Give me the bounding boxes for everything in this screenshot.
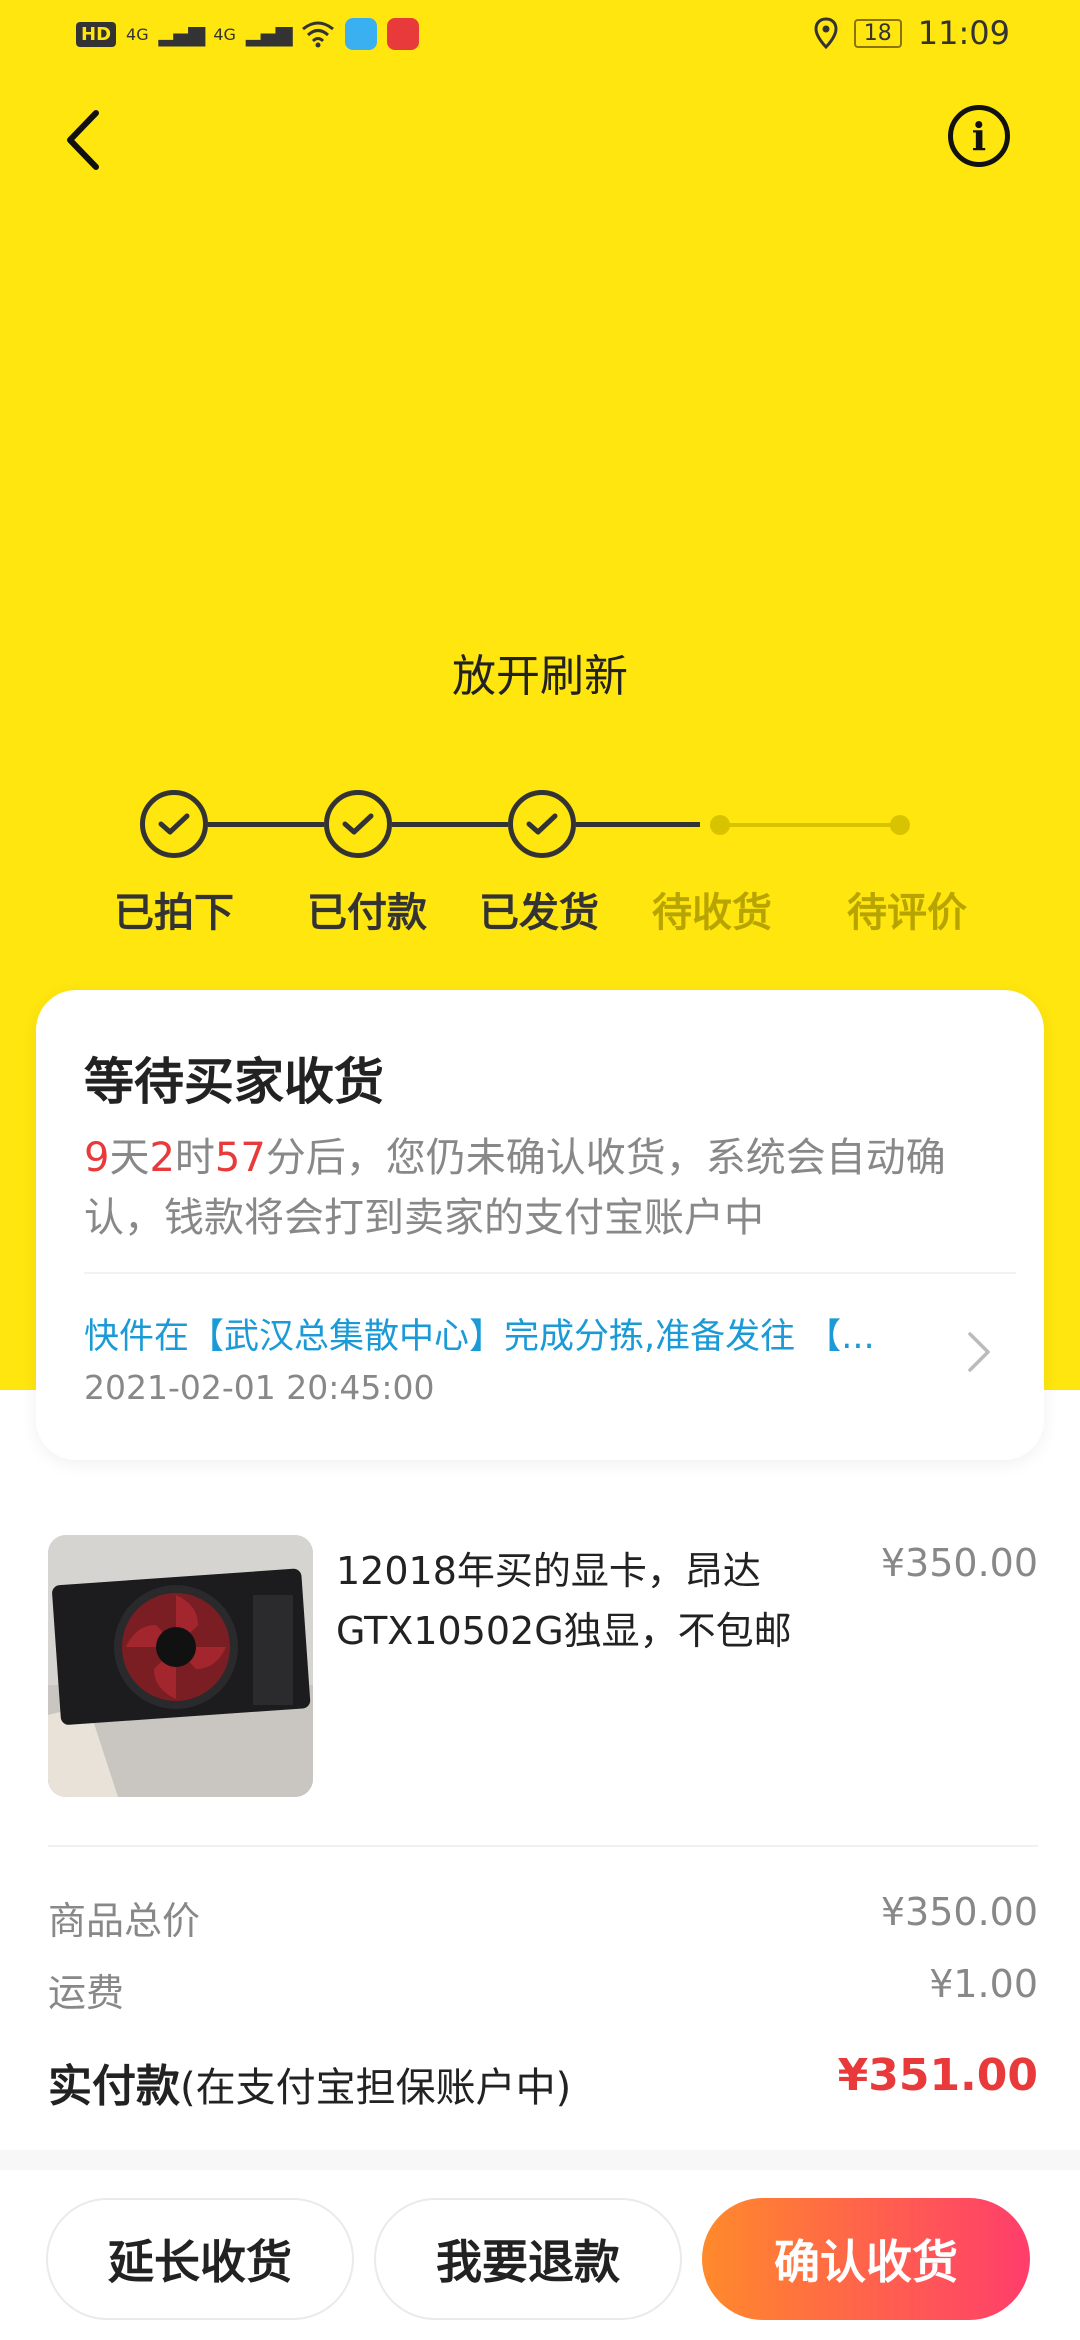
watermark: @图拉 — [998, 2309, 1070, 2337]
info-icon: i — [971, 113, 987, 159]
check-icon — [158, 813, 190, 835]
countdown-unit-hours: 时 — [174, 1135, 215, 1181]
product-item[interactable]: 12018年买的显卡，昂达GTX10502G独显，不包邮 ¥350.00 — [48, 1535, 1038, 1800]
step-check-2 — [324, 790, 392, 858]
order-progress: 已拍下 已付款 已发货 待收货 待评价 — [0, 780, 1080, 940]
step-dot-4 — [710, 815, 730, 835]
back-button[interactable] — [62, 105, 122, 175]
auto-confirm-notice: 9天2时57分后，您仍未确认收货，系统会自动确认，钱款将会打到卖家的支付宝账户中 — [84, 1128, 1014, 1248]
goods-total-row: 商品总价 ¥350.00 — [48, 1890, 1038, 1945]
extend-receipt-button[interactable]: 延长收货 — [46, 2198, 354, 2320]
step-label: 待评价 — [847, 890, 967, 936]
logistics-detail-button[interactable] — [966, 1330, 1006, 1390]
refund-button[interactable]: 我要退款 — [374, 2198, 682, 2320]
step-label: 待收货 — [652, 890, 772, 936]
shipping-row: 运费 ¥1.00 — [48, 1962, 1038, 2017]
bottom-action-bar: 延长收货 我要退款 确认收货 @图拉 — [0, 2170, 1080, 2340]
app-notification-icon-2 — [386, 18, 419, 50]
divider — [48, 1845, 1038, 1847]
confirm-receipt-button[interactable]: 确认收货 — [702, 2198, 1030, 2320]
signal-label-2: 4G — [213, 24, 236, 44]
countdown-unit-days: 天 — [109, 1135, 150, 1181]
product-title: 12018年买的显卡，昂达GTX10502G独显，不包邮 — [336, 1549, 792, 1653]
countdown-minutes: 57 — [214, 1135, 266, 1181]
step-label: 已拍下 — [114, 890, 234, 936]
app-notification-icon — [344, 18, 377, 50]
step-connector — [720, 823, 900, 827]
order-status-title: 等待买家收货 — [84, 1053, 384, 1111]
goods-total-label: 商品总价 — [48, 1899, 201, 1943]
chevron-left-icon — [67, 110, 99, 170]
wifi-icon — [301, 21, 334, 48]
product-thumbnail[interactable] — [48, 1535, 313, 1797]
paid-value: ¥351.00 — [837, 2050, 1038, 2101]
paid-amount-row: 实付款(在支付宝担保账户中) ¥351.00 — [48, 2050, 1038, 2114]
step-label: 已付款 — [307, 890, 427, 936]
logistics-status-link[interactable]: 快件在【武汉总集散中心】完成分拣,准备发往 【... — [84, 1308, 964, 1359]
graphics-card-image — [48, 1535, 313, 1797]
info-button[interactable]: i — [948, 105, 1010, 167]
status-left: HD 4G ▂▄▆ 4G ▂▄▆ — [76, 18, 419, 50]
chevron-right-icon — [968, 1332, 990, 1372]
status-right: 18 11:09 — [814, 14, 1010, 52]
logistics-timestamp: 2021-02-01 20:45:00 — [84, 1368, 435, 1407]
step-connector — [208, 822, 324, 827]
paid-label: 实付款 — [48, 2061, 180, 2112]
shipping-value: ¥1.00 — [929, 1962, 1038, 2006]
pull-refresh-hint: 放开刷新 — [452, 651, 628, 702]
clock: 11:09 — [917, 14, 1010, 52]
countdown-days: 9 — [84, 1135, 110, 1181]
step-connector — [392, 822, 508, 827]
signal-icon: ▂▄▆ — [158, 21, 206, 47]
check-icon — [342, 813, 374, 835]
hd-badge: HD — [76, 21, 117, 47]
shipping-label: 运费 — [48, 1971, 125, 2015]
status-bar: HD 4G ▂▄▆ 4G ▂▄▆ 18 11:09 — [0, 0, 1080, 72]
product-price: ¥350.00 — [880, 1541, 1038, 1585]
battery-icon: 18 — [853, 18, 902, 48]
step-label: 已发货 — [479, 890, 599, 936]
section-separator — [0, 2150, 1080, 2170]
goods-total-value: ¥350.00 — [880, 1890, 1038, 1934]
countdown-hours: 2 — [149, 1135, 175, 1181]
step-connector — [576, 822, 700, 827]
divider — [84, 1272, 1016, 1274]
paid-note: (在支付宝担保账户中) — [180, 2065, 572, 2111]
location-icon — [814, 17, 838, 49]
step-check-1 — [140, 790, 208, 858]
signal-icon-2: ▂▄▆ — [245, 21, 293, 47]
signal-label-1: 4G — [126, 24, 149, 44]
order-status-card: 等待买家收货 9天2时57分后，您仍未确认收货，系统会自动确认，钱款将会打到卖家… — [36, 990, 1044, 1460]
step-check-3 — [508, 790, 576, 858]
step-dot-5 — [890, 815, 910, 835]
check-icon — [526, 813, 558, 835]
